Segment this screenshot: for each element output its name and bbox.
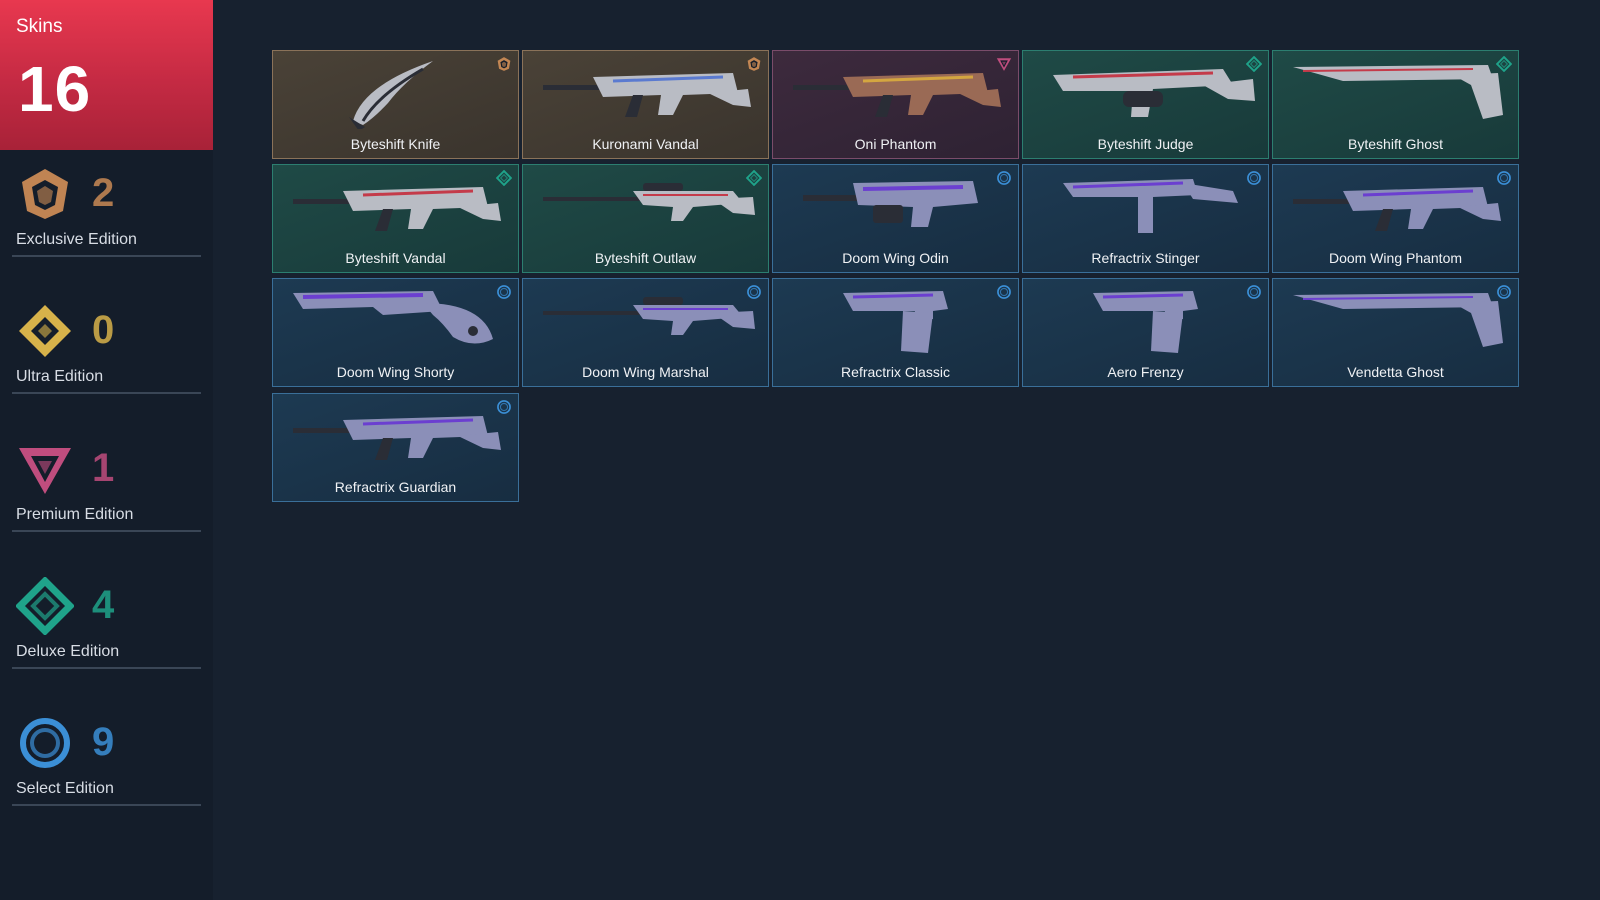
skin-name: Doom Wing Shorty bbox=[336, 364, 455, 380]
deluxe-edition-icon bbox=[15, 576, 75, 636]
select-edition-badge-icon bbox=[1496, 170, 1512, 186]
select-edition-badge-icon bbox=[746, 284, 762, 300]
skin-card[interactable]: Doom Wing Marshal bbox=[522, 278, 769, 387]
skin-card[interactable]: Kuronami Vandal bbox=[522, 50, 769, 159]
sniper-skin-image bbox=[533, 283, 760, 357]
skin-name: Doom Wing Marshal bbox=[582, 364, 709, 380]
skin-card[interactable]: Doom Wing Phantom bbox=[1272, 164, 1519, 273]
skin-name: Refractrix Stinger bbox=[1091, 250, 1200, 266]
deluxe-edition-badge-icon bbox=[745, 169, 763, 187]
pistol-small-skin-image bbox=[783, 283, 1010, 357]
skin-card[interactable]: Byteshift Vandal bbox=[272, 164, 519, 273]
skin-name: Refractrix Guardian bbox=[334, 479, 457, 495]
skin-name: Byteshift Knife bbox=[350, 136, 441, 152]
tier-count: 2 bbox=[92, 171, 115, 215]
premium-edition-badge-icon bbox=[996, 56, 1012, 72]
skin-card[interactable]: Refractrix Guardian bbox=[272, 393, 519, 502]
tier-divider bbox=[12, 804, 201, 806]
tier-deluxe: 4 Deluxe Edition bbox=[12, 576, 201, 687]
tier-exclusive: 2 Exclusive Edition bbox=[12, 165, 201, 275]
skin-card[interactable]: Aero Frenzy bbox=[1022, 278, 1269, 387]
pistol-small-skin-image bbox=[1033, 283, 1260, 357]
skin-card[interactable]: Byteshift Ghost bbox=[1272, 50, 1519, 159]
skin-card[interactable]: Vendetta Ghost bbox=[1272, 278, 1519, 387]
sniper-skin-image bbox=[533, 169, 760, 243]
tier-count: 4 bbox=[92, 583, 115, 627]
skin-name: Byteshift Ghost bbox=[1348, 136, 1443, 152]
select-edition-badge-icon bbox=[1246, 170, 1262, 186]
skins-summary-header: Skins 16 bbox=[0, 0, 213, 150]
skin-card[interactable]: Byteshift Judge bbox=[1022, 50, 1269, 159]
skin-card[interactable]: Doom Wing Odin bbox=[772, 164, 1019, 273]
tier-count: 0 bbox=[92, 308, 115, 352]
tier-label: Deluxe Edition bbox=[16, 643, 120, 660]
select-edition-badge-icon bbox=[496, 399, 512, 415]
skin-name: Aero Frenzy bbox=[1107, 364, 1184, 380]
tier-label: Premium Edition bbox=[16, 506, 134, 523]
select-edition-badge-icon bbox=[996, 284, 1012, 300]
rifle-skin-image bbox=[1283, 169, 1510, 243]
deluxe-edition-badge-icon bbox=[1495, 55, 1513, 73]
tier-label: Exclusive Edition bbox=[16, 231, 137, 248]
skin-name: Oni Phantom bbox=[854, 136, 937, 152]
tier-divider bbox=[12, 392, 201, 394]
rifle-skin-image bbox=[533, 55, 760, 129]
rifle-skin-image bbox=[283, 398, 510, 472]
deluxe-edition-badge-icon bbox=[1245, 55, 1263, 73]
rifle-skin-image bbox=[783, 55, 1010, 129]
pistol-skin-image bbox=[1283, 283, 1510, 357]
exclusive-edition-badge-icon bbox=[496, 56, 512, 72]
skins-label: Skins bbox=[16, 16, 63, 37]
exclusive-edition-icon bbox=[16, 165, 74, 223]
tier-count: 1 bbox=[92, 446, 115, 490]
tier-divider bbox=[12, 667, 201, 669]
tier-label: Select Edition bbox=[16, 780, 114, 797]
tier-premium: 1 Premium Edition bbox=[12, 440, 201, 550]
tier-divider bbox=[12, 255, 201, 257]
shorty-skin-image bbox=[283, 283, 510, 357]
tier-select: 9 Select Edition bbox=[12, 714, 201, 824]
tier-count: 9 bbox=[92, 720, 115, 764]
skin-card[interactable]: Byteshift Outlaw bbox=[522, 164, 769, 273]
skin-name: Byteshift Vandal bbox=[345, 250, 446, 266]
pistol-skin-image bbox=[1283, 55, 1510, 129]
deluxe-edition-badge-icon bbox=[495, 169, 513, 187]
skin-name: Doom Wing Phantom bbox=[1328, 250, 1463, 266]
skin-card[interactable]: Refractrix Classic bbox=[772, 278, 1019, 387]
skins-count: 16 bbox=[18, 53, 92, 125]
tier-label: Ultra Edition bbox=[16, 368, 104, 385]
skin-card[interactable]: Oni Phantom bbox=[772, 50, 1019, 159]
tier-divider bbox=[12, 530, 201, 532]
heavy-skin-image bbox=[783, 169, 1010, 243]
ultra-edition-icon bbox=[16, 302, 74, 360]
skin-name: Byteshift Judge bbox=[1097, 136, 1194, 152]
sidebar: Skins 16 2 Exclusive Edition 0 Ultra Edi… bbox=[0, 0, 213, 900]
skin-card[interactable]: Doom Wing Shorty bbox=[272, 278, 519, 387]
smg-skin-image bbox=[1033, 169, 1260, 243]
shotgun-skin-image bbox=[1033, 55, 1260, 129]
tier-ultra: 0 Ultra Edition bbox=[12, 302, 201, 412]
skin-name: Vendetta Ghost bbox=[1347, 364, 1444, 380]
skin-card[interactable]: Byteshift Knife bbox=[272, 50, 519, 159]
skin-card[interactable]: Refractrix Stinger bbox=[1022, 164, 1269, 273]
select-edition-badge-icon bbox=[496, 284, 512, 300]
knife-skin-image bbox=[283, 55, 510, 131]
skin-name: Byteshift Outlaw bbox=[594, 250, 697, 266]
premium-edition-icon bbox=[16, 440, 74, 498]
skin-name: Refractrix Classic bbox=[841, 364, 950, 380]
select-edition-badge-icon bbox=[1246, 284, 1262, 300]
skin-name: Doom Wing Odin bbox=[842, 250, 949, 266]
exclusive-edition-badge-icon bbox=[746, 56, 762, 72]
rifle-skin-image bbox=[283, 169, 510, 243]
select-edition-badge-icon bbox=[1496, 284, 1512, 300]
skin-name: Kuronami Vandal bbox=[592, 136, 699, 152]
select-edition-badge-icon bbox=[996, 170, 1012, 186]
select-edition-icon bbox=[16, 714, 74, 772]
